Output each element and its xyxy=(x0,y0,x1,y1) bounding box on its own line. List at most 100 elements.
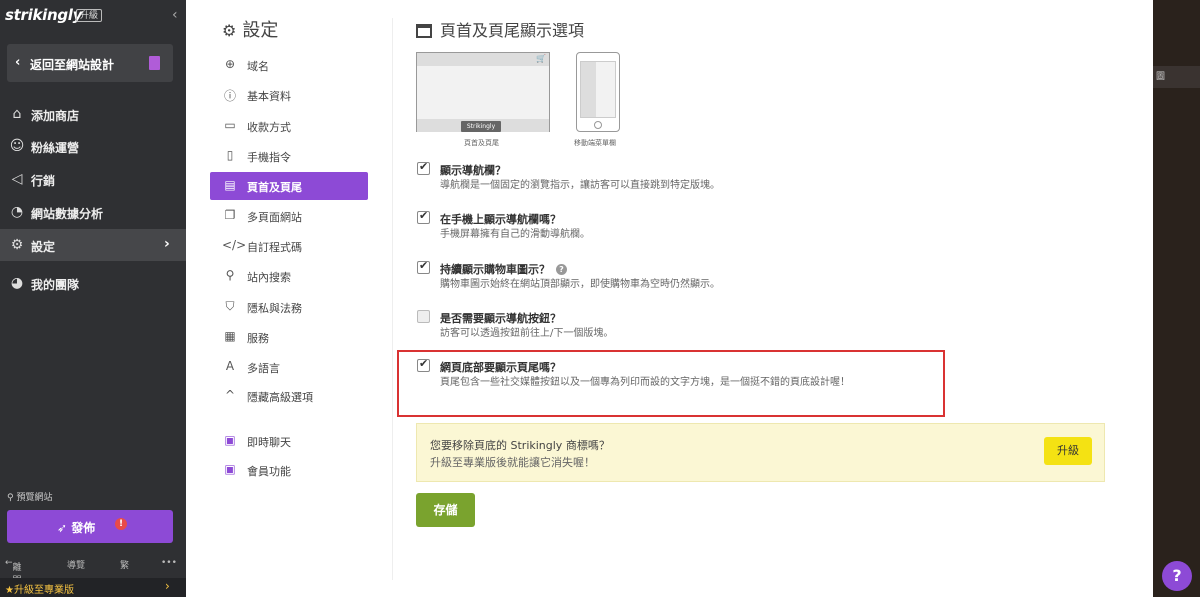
menu-privacy-legal[interactable]: ⛉ 隱私與法務 xyxy=(210,293,368,321)
sidebar-item-label: 粉絲運營 xyxy=(31,141,80,155)
sidebar-item-fans[interactable]: ☺ 粉絲運營 xyxy=(0,130,186,162)
strikingly-logo[interactable]: strikingly xyxy=(5,6,82,24)
menu-hide-advanced[interactable]: ^ 隱藏高級選項 xyxy=(210,382,368,410)
cart-icon: 🛒 xyxy=(536,54,546,63)
option-title: 是否需要顯示導航按鈕？ xyxy=(440,312,561,325)
info-icon: ⓘ xyxy=(223,89,236,103)
star-icon: ★ xyxy=(5,585,14,596)
publish-alert-badge: ! xyxy=(115,518,127,530)
sidebar-item-label: 我的團隊 xyxy=(31,278,80,292)
settings-panel: ⚙ 設定 ⊕ 域名 ⓘ 基本資料 ▭ 收款方式 ▯ 手機指令 ▤ 頁首及頁尾 ❐ 多頁面網站 … xyxy=(186,0,1153,597)
gear-icon: ⚙ xyxy=(222,21,237,40)
upgrade-button[interactable]: 升級 xyxy=(1044,437,1092,465)
menu-basic-info[interactable]: ⓘ 基本資料 xyxy=(210,81,368,109)
menu-label: 即時聊天 xyxy=(247,436,291,449)
settings-title-text: 設定 xyxy=(242,20,279,41)
menu-label: 隱私與法務 xyxy=(247,302,302,315)
member-icon: ▣ xyxy=(224,462,236,476)
more-icon[interactable]: ••• xyxy=(161,558,177,568)
sidebar-item-settings[interactable]: ⚙ 設定 › xyxy=(0,229,186,261)
phone-nav-bar xyxy=(581,62,596,117)
back-button-label: 返回至網站設計 xyxy=(30,58,115,72)
show-nav-checkbox[interactable] xyxy=(417,160,430,175)
menu-label: 多語言 xyxy=(247,362,280,375)
menu-domain[interactable]: ⊕ 域名 xyxy=(210,51,368,79)
menu-label: 隱藏高級選項 xyxy=(247,391,313,404)
tour-button[interactable]: 導覽 xyxy=(67,558,85,571)
sidebar-item-add-store[interactable]: ⌂ 添加商店 xyxy=(0,98,186,130)
menu-site-search[interactable]: ⚲ 站內搜索 xyxy=(210,262,368,290)
divider xyxy=(392,18,393,580)
cart-icon-checkbox[interactable] xyxy=(417,259,430,274)
save-button[interactable]: 存儲 xyxy=(416,493,475,527)
sidebar-item-label: 網站數據分析 xyxy=(31,207,104,221)
menu-membership[interactable]: ▣ 會員功能 xyxy=(210,456,368,484)
menu-mobile-actions[interactable]: ▯ 手機指令 xyxy=(210,142,368,170)
chevron-right-icon: › xyxy=(165,579,170,593)
section-title-text: 頁首及頁尾顯示選項 xyxy=(440,21,585,40)
shield-icon: ⛉ xyxy=(225,299,235,313)
nav-buttons-checkbox[interactable] xyxy=(417,310,430,323)
preview-label: 預覽網站 xyxy=(16,493,53,503)
exit-button[interactable]: ← 離開 xyxy=(5,558,22,586)
megaphone-icon: ◁ xyxy=(11,171,23,187)
collapse-sidebar-icon[interactable]: ‹ xyxy=(172,7,178,23)
upgrade-pro-bar[interactable]: ★升級至專業版 › xyxy=(0,578,186,597)
language-icon: A xyxy=(225,359,235,373)
preview-site-link[interactable]: ⚲ 預覽網站 xyxy=(7,490,52,503)
remove-branding-promo: 您要移除頁底的 Strikingly 商標嗎？ 升級至專業版後就能讓它消失喔！ … xyxy=(416,423,1105,482)
preview-header xyxy=(417,53,549,66)
menu-label: 基本資料 xyxy=(247,90,291,103)
publish-label: ➶ 發佈 xyxy=(57,519,95,536)
upgrade-pro-label: ★升級至專業版 xyxy=(5,581,74,596)
header-footer-content: 頁首及頁尾顯示選項 🛒 Strikingly 頁首及頁尾 移動端菜單欄 顯示導航… xyxy=(397,0,1116,597)
upgrade-pro-text: 升級至專業版 xyxy=(13,585,74,596)
menu-label: 自訂程式碼 xyxy=(247,241,302,254)
menu-live-chat[interactable]: ▣ 即時聊天 xyxy=(210,427,368,455)
sidebar-item-team[interactable]: ◕ 我的團隊 xyxy=(0,267,186,299)
phone-screen xyxy=(580,61,616,118)
menu-label: 多頁面網站 xyxy=(247,211,302,224)
menu-label: 站內搜索 xyxy=(247,271,291,284)
option-desc: 頁尾包含一些社交媒體按鈕以及一個專為列印而設的文字方塊，是一個挺不錯的頁底設計喔… xyxy=(440,377,850,388)
menu-multi-page[interactable]: ❐ 多頁面網站 xyxy=(210,202,368,230)
option-title: 在手機上顯示導航欄嗎？ xyxy=(440,213,561,226)
publish-button[interactable]: ➶ 發佈 ! xyxy=(7,510,173,543)
phone-home-button xyxy=(594,121,602,129)
users-icon: ☺ xyxy=(9,138,25,154)
menu-label: 域名 xyxy=(247,60,269,73)
pages-icon: ❐ xyxy=(224,208,236,222)
layout-icon xyxy=(416,24,432,38)
sidebar-item-analytics[interactable]: ◔ 網站數據分析 xyxy=(0,196,186,228)
back-to-design-button[interactable]: ‹ 返回至網站設計 xyxy=(7,44,173,82)
upgrade-tag[interactable]: 升級 xyxy=(76,9,103,22)
sidebar-item-marketing[interactable]: ◁ 行銷 xyxy=(0,163,186,195)
publish-text: 發佈 xyxy=(71,521,96,535)
menu-header-footer[interactable]: ▤ 頁首及頁尾 xyxy=(210,172,368,200)
help-icon[interactable]: ? xyxy=(556,264,567,275)
sidebar-item-label: 行銷 xyxy=(31,174,56,188)
help-button[interactable]: ? xyxy=(1162,561,1192,591)
menu-payment[interactable]: ▭ 收款方式 xyxy=(210,112,368,140)
option-title: 網頁底部要顯示頁尾嗎？ xyxy=(440,361,561,374)
strikingly-badge: Strikingly xyxy=(461,121,501,132)
mobile-nav-checkbox[interactable] xyxy=(417,209,430,224)
sidebar-item-label: 設定 xyxy=(31,240,56,254)
bottom-tools: ← 離開 導覽 繁 ••• xyxy=(0,556,186,586)
menu-label: 收款方式 xyxy=(247,121,291,134)
mobile-preview xyxy=(576,52,620,132)
promo-title: 您要移除頁底的 Strikingly 商標嗎？ xyxy=(430,439,610,452)
logo-row: strikingly 升級 ‹ xyxy=(0,0,186,34)
payment-icon: ▭ xyxy=(224,118,236,132)
language-button[interactable]: 繁 xyxy=(120,558,129,571)
section-title: 頁首及頁尾顯示選項 xyxy=(416,17,584,41)
menu-multi-language[interactable]: A 多語言 xyxy=(210,353,368,381)
rocket-icon: ➶ xyxy=(57,521,72,535)
background-tab: 圖 xyxy=(1153,66,1200,88)
gear-icon: ⚙ xyxy=(10,237,24,253)
menu-services[interactable]: ▦ 服務 xyxy=(210,323,368,351)
menu-custom-code[interactable]: </> 自訂程式碼 xyxy=(210,232,368,260)
chevron-up-icon: ^ xyxy=(224,388,236,402)
option-title: 持續顯示購物車圖示？? xyxy=(440,261,567,277)
footer-checkbox[interactable] xyxy=(417,357,430,372)
